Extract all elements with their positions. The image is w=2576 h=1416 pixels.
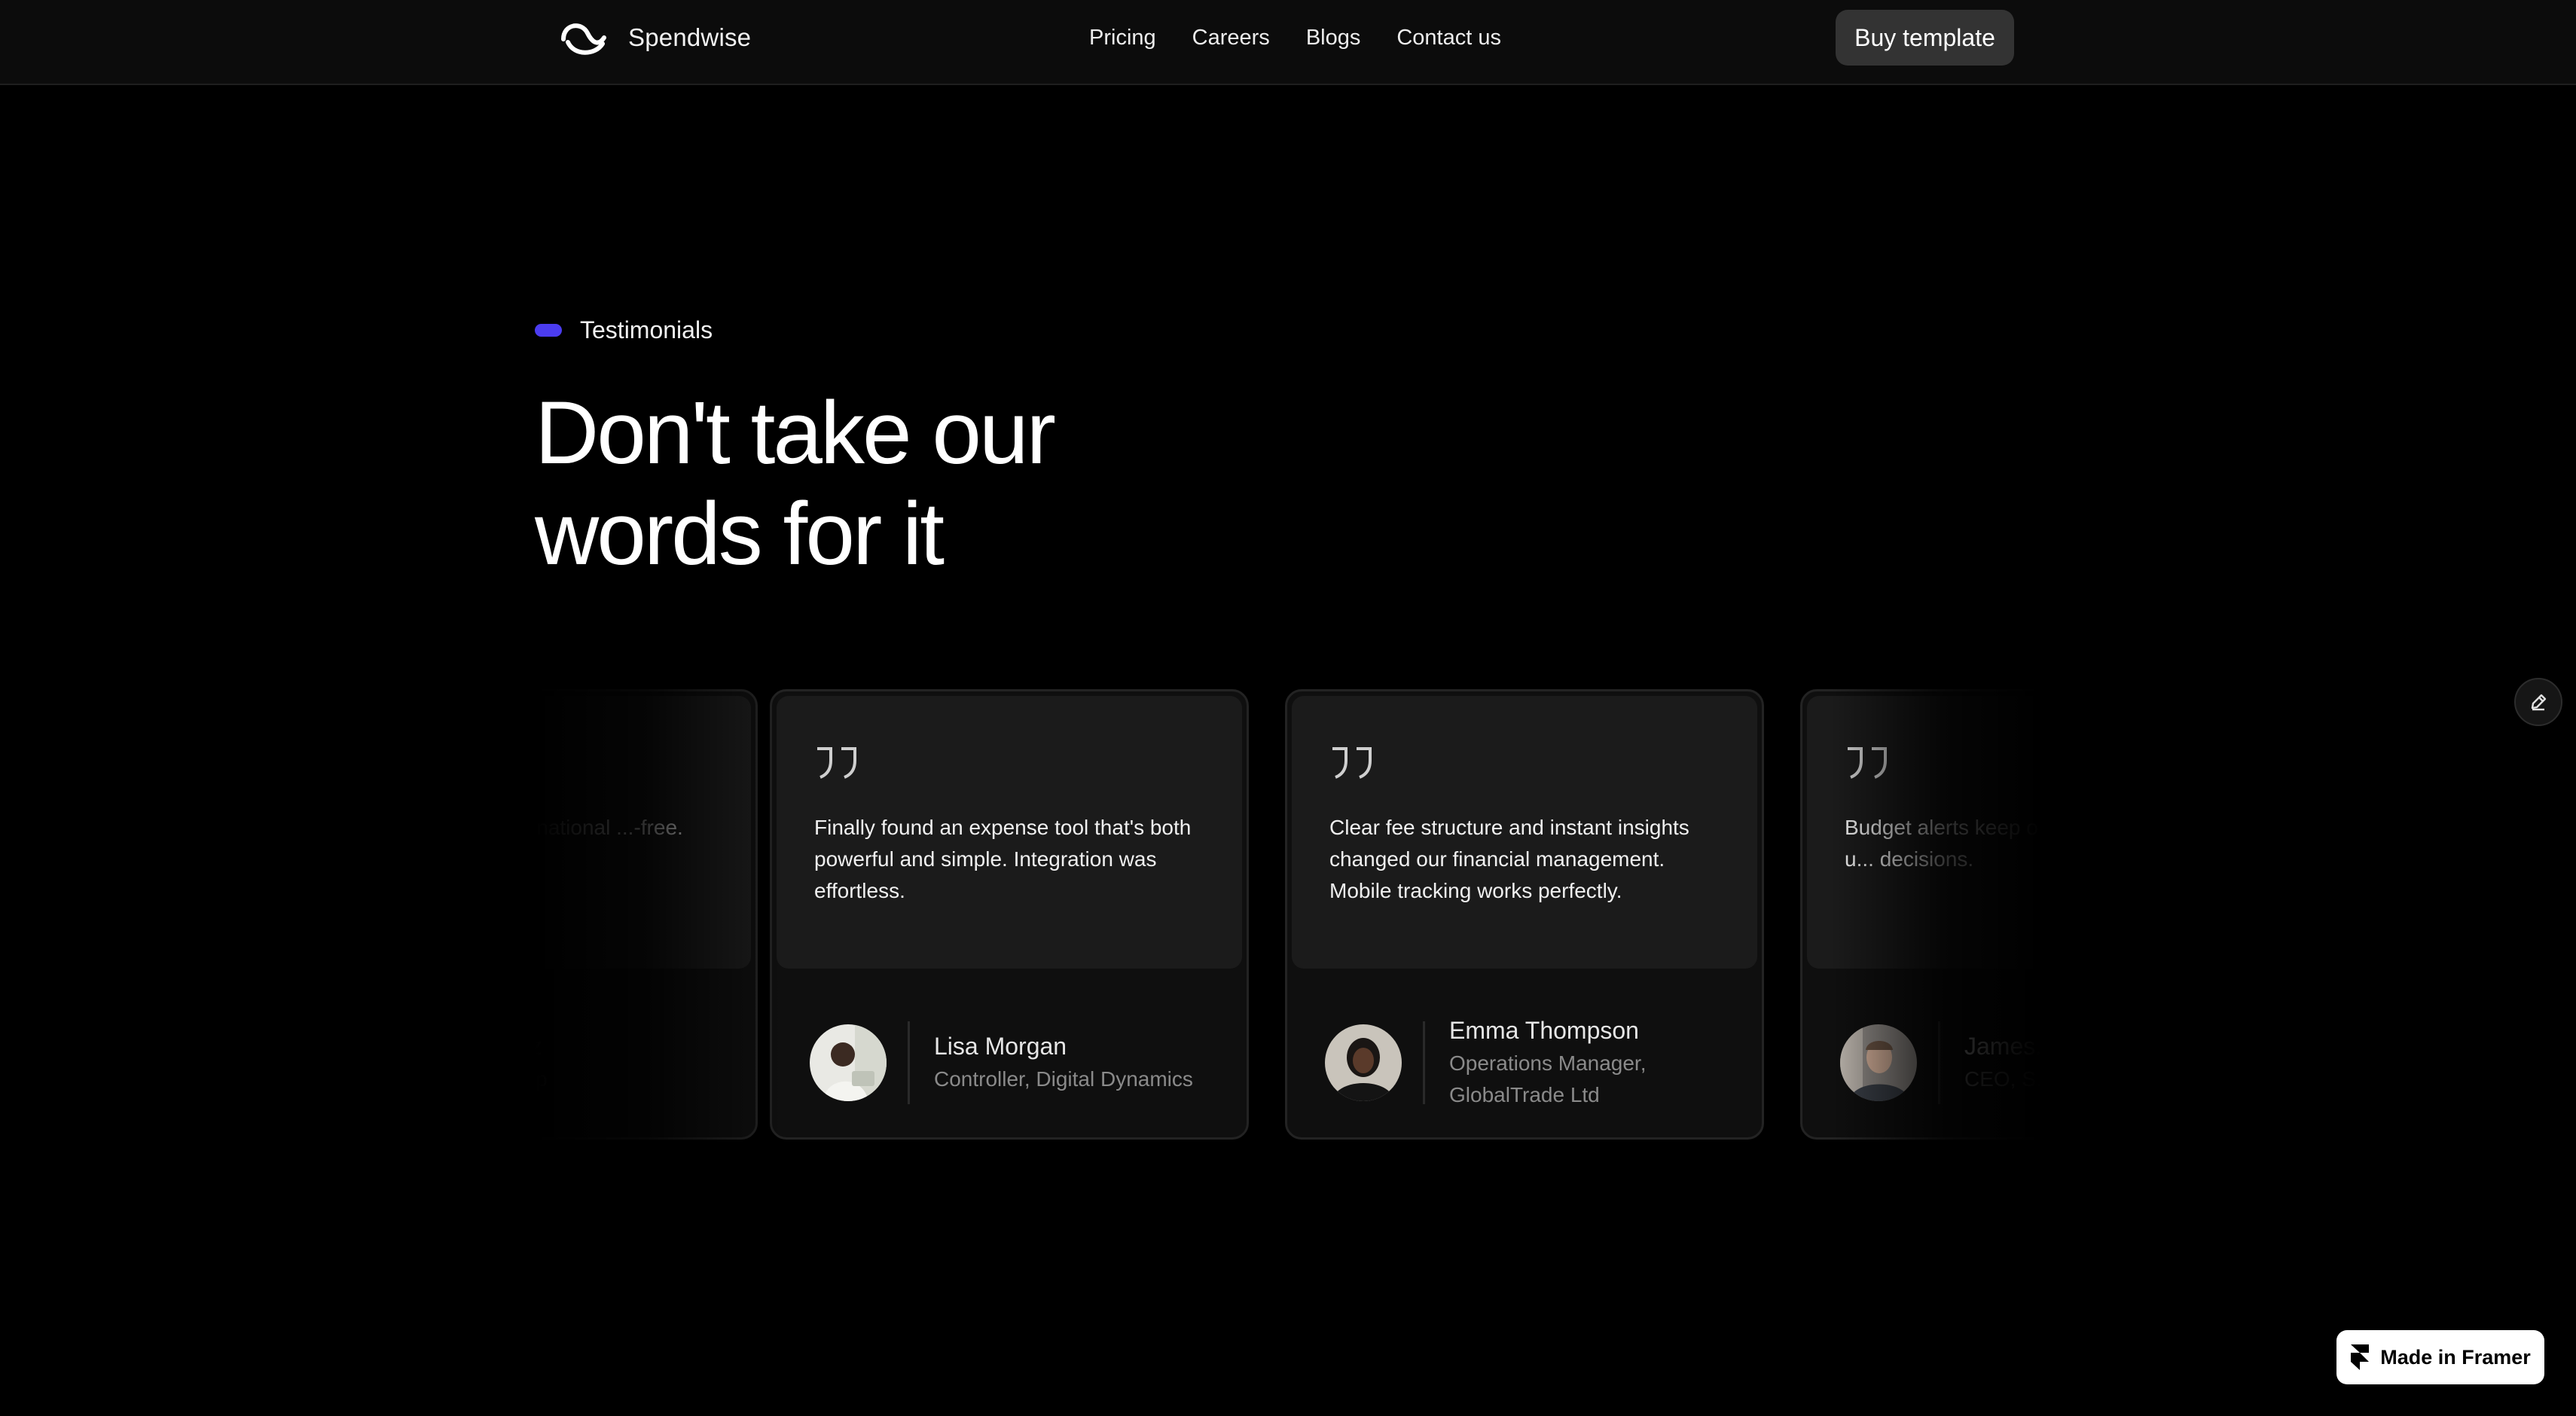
nav-link-contact[interactable]: Contact us [1396, 23, 1501, 53]
author-role: Operations Manager, GlobalTrade Ltd [1449, 1051, 1647, 1106]
testimonial-card[interactable]: ...akes global ...ur international ...-f… [535, 689, 758, 1140]
testimonial-author: Lisa Morgan Controller, Digital Dynamics [810, 1021, 1232, 1104]
author-divider [1938, 1021, 1940, 1104]
author-name: James... [1964, 1033, 2041, 1060]
quote-icon [817, 747, 856, 779]
testimonial-author: ...driguez ...ector, ...p [535, 1021, 740, 1104]
author-name: ...driguez [535, 1033, 542, 1060]
nav-link-pricing[interactable]: Pricing [1089, 23, 1156, 53]
testimonial-author: Emma Thompson Operations Manager, Global… [1325, 1017, 1747, 1106]
avatar [1325, 1024, 1402, 1101]
testimonial-quote: Finally found an expense tool that's bot… [814, 816, 1192, 902]
author-info: Emma Thompson Operations Manager, Global… [1449, 1017, 1747, 1106]
spendwise-wave-logo-icon [561, 23, 606, 55]
testimonial-carousel[interactable]: ...akes global ...ur international ...-f… [535, 685, 2041, 1143]
author-role: CEO, S... [1964, 1067, 2041, 1091]
quote-icon [1848, 747, 1887, 779]
section-title-line-1: Don't take our [535, 383, 1056, 483]
testimonial-card[interactable]: Clear fee structure and instant insights… [1285, 689, 1764, 1140]
section-title: Don't take our words for it [535, 383, 1213, 584]
author-info: ...driguez ...ector, ...p [535, 1021, 740, 1104]
section-eyebrow: Testimonials [535, 316, 713, 344]
site-header: Spendwise Pricing Careers Blogs Contact … [0, 0, 2576, 85]
testimonial-author: James... CEO, S... [1840, 1021, 2041, 1104]
author-name: Emma Thompson [1449, 1017, 1639, 1044]
testimonial-quote-box: Clear fee structure and instant insights… [1292, 696, 1757, 969]
quote-icon [1332, 747, 1372, 779]
testimonial-quote-box: Budget alerts keep o... The analytics he… [1807, 696, 2041, 969]
buy-template-button[interactable]: Buy template [1836, 10, 2014, 66]
testimonial-quote-box: ...akes global ...ur international ...-f… [535, 696, 751, 969]
author-role: Controller, Digital Dynamics [934, 1067, 1193, 1091]
made-in-framer-badge[interactable]: Made in Framer [2336, 1330, 2544, 1384]
testimonial-quote-box: Finally found an expense tool that's bot… [777, 696, 1242, 969]
author-divider [1423, 1021, 1425, 1104]
eyebrow-pill-icon [535, 324, 562, 337]
testimonial-quote: Clear fee structure and instant insights… [1329, 816, 1689, 902]
testimonial-quote: Budget alerts keep o... The analytics he… [1845, 816, 2041, 871]
nav-link-careers[interactable]: Careers [1192, 23, 1270, 53]
author-divider [908, 1021, 910, 1104]
framer-badge-label: Made in Framer [2380, 1345, 2531, 1369]
brand-name: Spendwise [628, 23, 752, 51]
main-nav: Pricing Careers Blogs Contact us [1089, 23, 1537, 53]
section-title-line-2: words for it [535, 484, 945, 584]
avatar [1840, 1024, 1917, 1101]
testimonial-card[interactable]: Budget alerts keep o... The analytics he… [1800, 689, 2041, 1140]
nav-link-blogs[interactable]: Blogs [1306, 23, 1361, 53]
pencil-icon [2531, 694, 2547, 711]
testimonial-quote: ...akes global ...ur international ...-f… [535, 816, 683, 839]
testimonial-card[interactable]: Finally found an expense tool that's bot… [770, 689, 1249, 1140]
eyebrow-label: Testimonials [580, 316, 713, 343]
framer-logo-icon [2351, 1344, 2370, 1370]
author-info: James... CEO, S... [1964, 1021, 2041, 1104]
brand-logo[interactable]: Spendwise [559, 17, 751, 59]
edit-button[interactable] [2514, 678, 2562, 726]
author-info: Lisa Morgan Controller, Digital Dynamics [934, 1021, 1232, 1104]
author-role: ...ector, ...p [535, 1067, 548, 1091]
author-name: Lisa Morgan [934, 1033, 1067, 1060]
avatar [810, 1024, 887, 1101]
